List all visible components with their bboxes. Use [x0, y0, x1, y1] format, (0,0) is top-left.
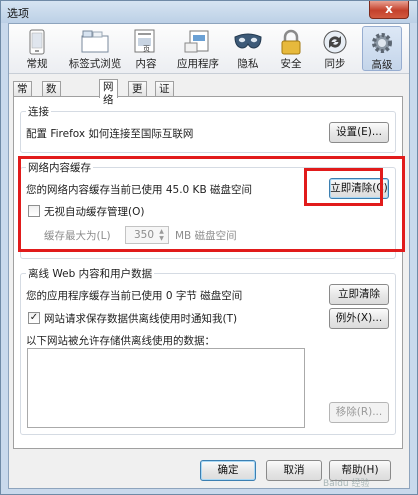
- offline-notify-label: 网站请求保存数据供离线使用时通知我(T): [44, 313, 238, 325]
- remove-offline-site-button[interactable]: 移除(R)...: [329, 402, 389, 423]
- subtab-general[interactable]: 常规: [13, 81, 32, 108]
- subtab-network[interactable]: 网络: [99, 79, 118, 106]
- offline-sites-list[interactable]: [27, 348, 305, 428]
- offline-exceptions-button[interactable]: 例外(X)...: [329, 308, 389, 329]
- clear-offline-button[interactable]: 立即清除(N): [329, 284, 389, 319]
- spinner-arrows-icon[interactable]: ▲ ▼: [156, 228, 167, 242]
- toolbar-item-sync[interactable]: 同步: [317, 26, 353, 71]
- toolbar-label: 隐私: [237, 58, 259, 70]
- cancel-button[interactable]: 取消: [266, 460, 322, 481]
- offline-notify-checkbox[interactable]: ✓: [28, 312, 40, 324]
- toolbar-item-privacy[interactable]: 隐私: [229, 26, 267, 71]
- ok-button[interactable]: 确定: [200, 460, 256, 481]
- watermark: Baidu 经验: [323, 479, 370, 489]
- cache-group: 网络内容缓存 您的网络内容缓存当前已使用 45.0 KB 磁盘空间 立即清除(C…: [20, 160, 396, 259]
- checkmark-icon: ✓: [29, 312, 39, 323]
- offline-usage-text: 您的应用程序缓存当前已使用 0 字节 磁盘空间: [26, 290, 243, 302]
- offline-sites-label: 以下网站被允许存储供离线使用的数据：: [26, 335, 215, 347]
- toolbar-item-general[interactable]: 常规: [16, 26, 58, 71]
- toolbar-item-security[interactable]: 安全: [273, 26, 309, 71]
- privacy-mask-icon: [234, 33, 262, 49]
- svg-text:页: 页: [143, 45, 150, 53]
- offline-data-group: 离线 Web 内容和用户数据 您的应用程序缓存当前已使用 0 字节 磁盘空间 立…: [20, 266, 396, 435]
- options-client-area: 常规 标签式浏览 页 内容 应用程序 隐私 安全 同步 高级 常 数 网络 更 …: [8, 23, 410, 489]
- security-lock-icon: [281, 29, 301, 55]
- close-button[interactable]: x: [369, 1, 409, 19]
- subtab-certificates[interactable]: 证书: [155, 81, 174, 108]
- connection-group: 连接 配置 Firefox 如何连接至国际互联网 设置(E)...: [20, 104, 396, 153]
- toolbar-label: 安全: [280, 58, 302, 70]
- toolbar-item-advanced[interactable]: 高级: [362, 26, 402, 71]
- toolbar-item-applications[interactable]: 应用程序: [173, 26, 223, 71]
- cache-limit-unit: MB 磁盘空间: [175, 230, 237, 242]
- toolbar-label: 标签式浏览: [68, 58, 122, 70]
- preferences-toolbar: 常规 标签式浏览 页 内容 应用程序 隐私 安全 同步 高级: [9, 24, 409, 74]
- toolbar-item-tabs[interactable]: 标签式浏览: [64, 26, 126, 71]
- window-title: 选项: [7, 7, 29, 20]
- toolbar-item-content[interactable]: 页 内容: [129, 26, 163, 71]
- sync-icon: [323, 30, 347, 54]
- options-window: 选项 x 常规 标签式浏览 页 内容 应用程序 隐私 安全 同步 高级 常 数 …: [0, 0, 418, 495]
- subtab-data-choices[interactable]: 数据选择权: [42, 81, 61, 147]
- clear-cache-button[interactable]: 立即清除(C): [329, 178, 389, 199]
- cache-limit-input[interactable]: 350 ▲ ▼: [125, 226, 169, 244]
- toolbar-label: 同步: [324, 58, 346, 70]
- toolbar-label: 应用程序: [177, 58, 219, 70]
- toolbar-label: 内容: [135, 58, 157, 70]
- network-panel: 连接 配置 Firefox 如何连接至国际互联网 设置(E)... 网络内容缓存…: [13, 96, 403, 449]
- toolbar-label: 高级: [371, 59, 393, 71]
- offline-group-title: 离线 Web 内容和用户数据: [26, 266, 155, 281]
- cache-group-title: 网络内容缓存: [26, 160, 93, 175]
- cache-usage-text: 您的网络内容缓存当前已使用 45.0 KB 磁盘空间: [26, 184, 252, 196]
- general-icon: [29, 29, 45, 55]
- connection-description: 配置 Firefox 如何连接至国际互联网: [26, 128, 194, 140]
- subtab-update[interactable]: 更新: [128, 81, 147, 108]
- connection-group-title: 连接: [26, 104, 51, 119]
- override-cache-checkbox[interactable]: [28, 205, 40, 217]
- applications-icon: [184, 30, 209, 53]
- toolbar-label: 常规: [26, 58, 48, 70]
- content-icon: 页: [134, 29, 155, 53]
- title-bar[interactable]: 选项 x: [1, 1, 417, 23]
- override-cache-label: 无视自动缓存管理(O): [44, 206, 145, 218]
- advanced-gear-icon: [372, 33, 392, 53]
- cache-limit-label: 缓存最大为(L): [44, 230, 111, 242]
- connection-settings-button[interactable]: 设置(E)...: [329, 122, 389, 143]
- tabs-icon: [81, 30, 109, 53]
- cache-limit-value: 350: [133, 229, 154, 241]
